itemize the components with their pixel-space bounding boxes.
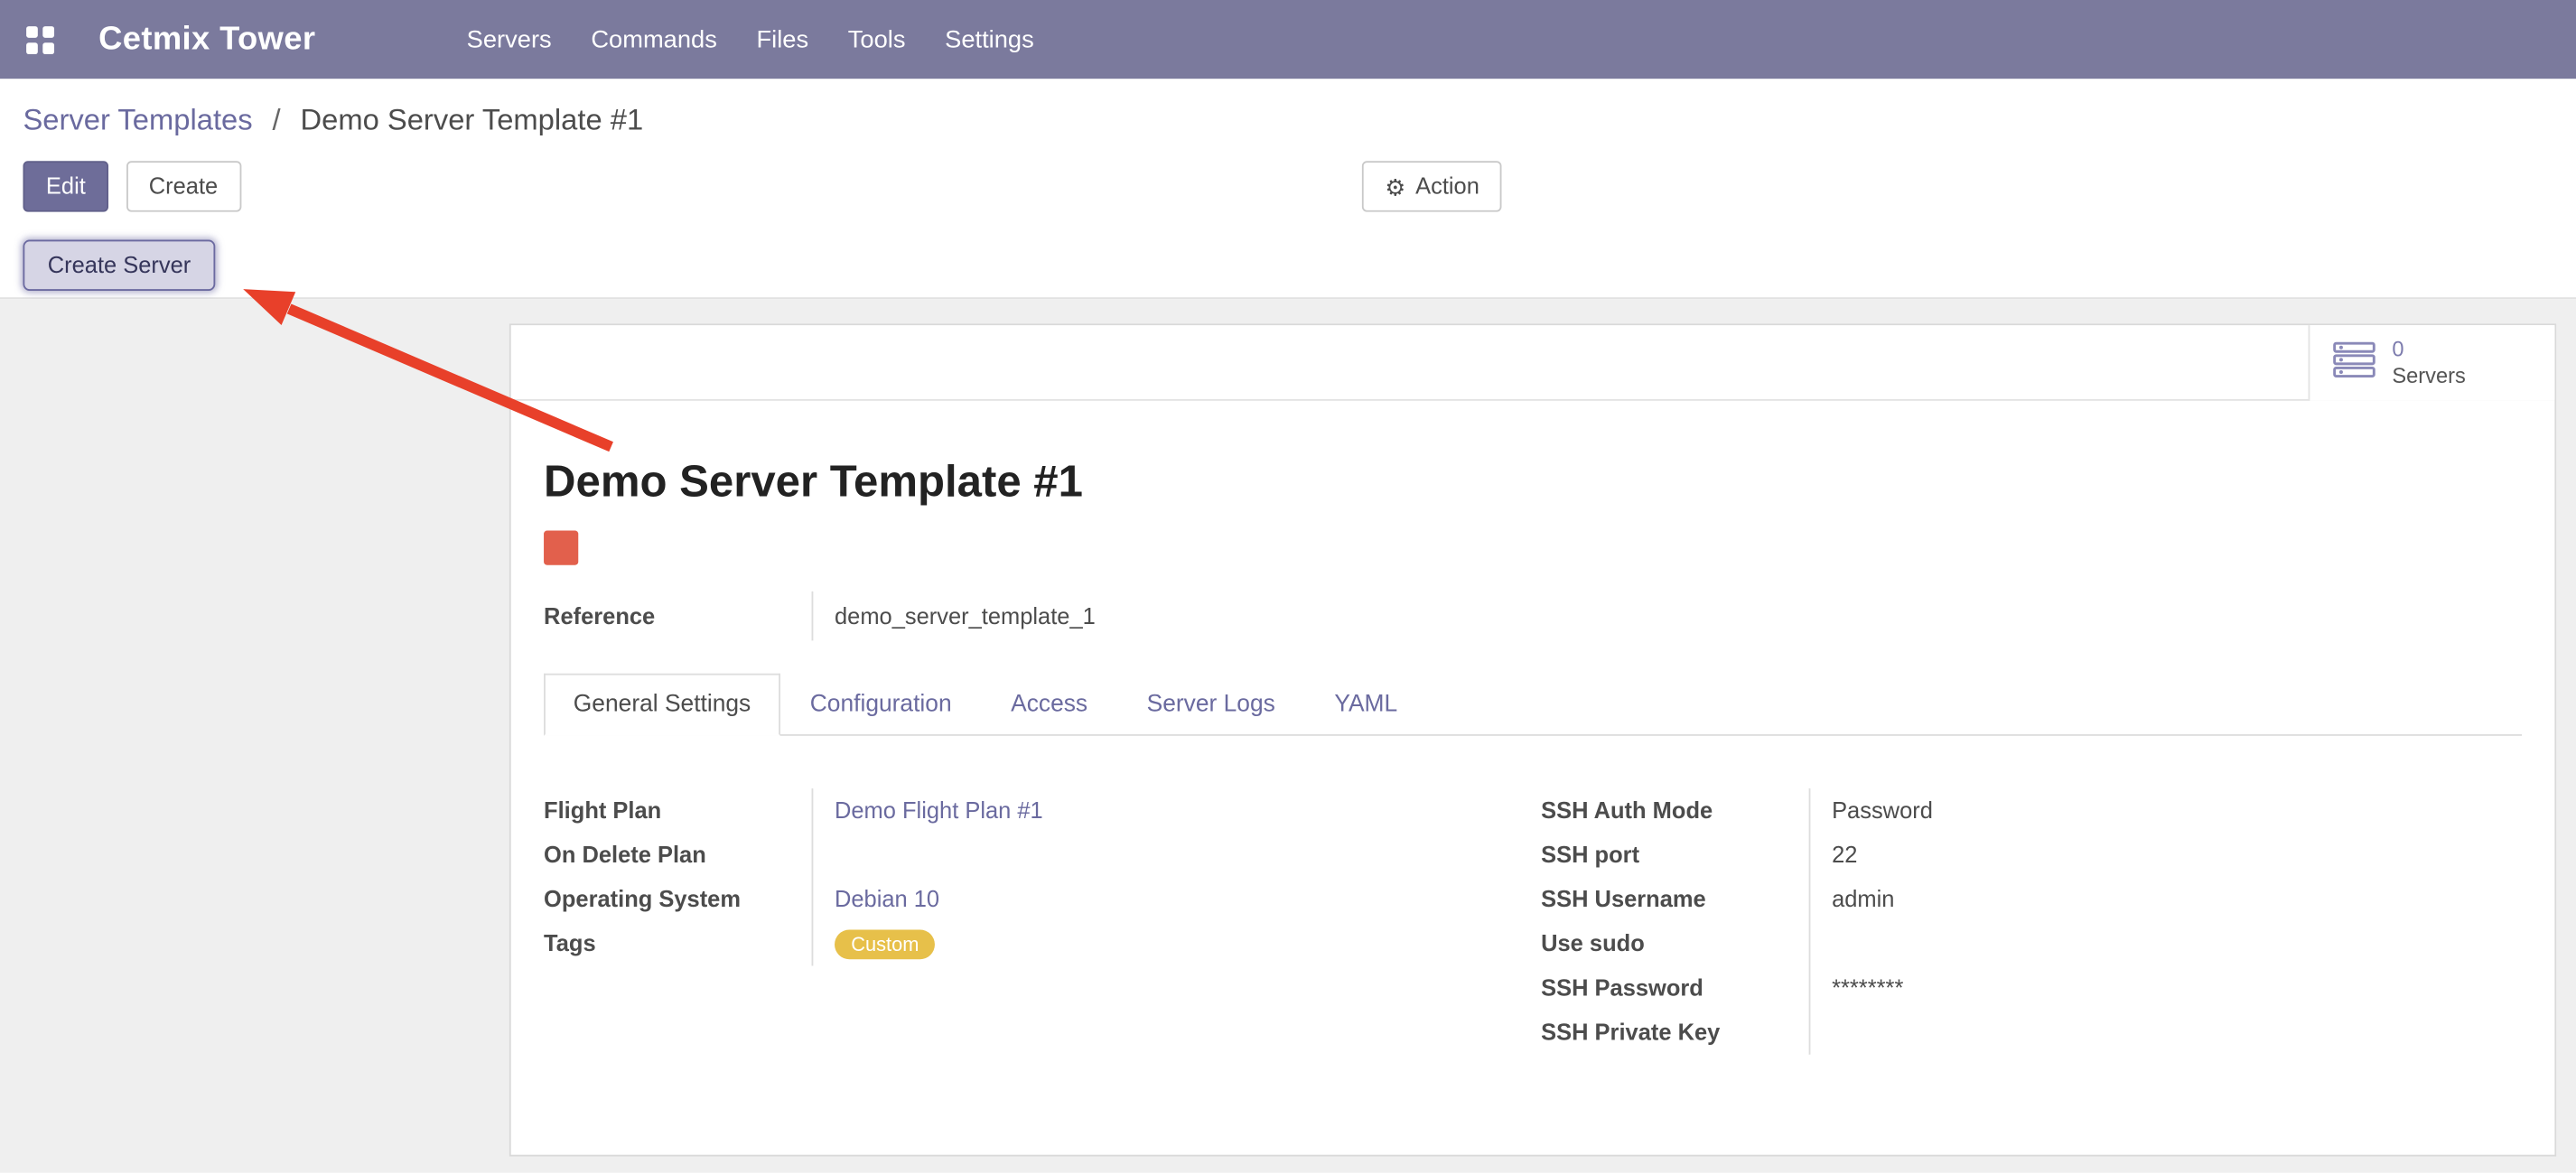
menu-commands[interactable]: Commands: [572, 14, 737, 64]
form-statusbar: Create Server: [0, 237, 2576, 299]
server-stack-icon: [2333, 340, 2375, 385]
field-value-ssh-username: admin: [1832, 885, 1894, 911]
field-groups: Flight Plan On Delete Plan Operating Sys…: [544, 788, 2522, 1055]
main-menu: Servers Commands Files Tools Settings: [447, 14, 1054, 64]
field-label-flight-plan: Flight Plan: [544, 788, 811, 833]
tab-access[interactable]: Access: [981, 674, 1117, 736]
field-value-operating-system[interactable]: Debian 10: [835, 885, 939, 911]
field-label-tags: Tags: [544, 921, 811, 965]
action-menu-button[interactable]: ⚙ Action: [1362, 161, 1502, 211]
field-group-left: Flight Plan On Delete Plan Operating Sys…: [544, 788, 1541, 1055]
menu-tools[interactable]: Tools: [828, 14, 925, 64]
tab-configuration[interactable]: Configuration: [780, 674, 981, 736]
record-title: Demo Server Template #1: [544, 455, 2522, 508]
edit-button[interactable]: Edit: [23, 161, 108, 211]
tab-server-logs[interactable]: Server Logs: [1117, 674, 1305, 736]
breadcrumb-current: Demo Server Template #1: [300, 104, 643, 136]
field-label-ssh-port: SSH port: [1541, 833, 1808, 877]
breadcrumb-parent-link[interactable]: Server Templates: [23, 104, 252, 136]
reference-field: Reference demo_server_template_1: [544, 592, 2522, 641]
notebook-tabs: General Settings Configuration Access Se…: [544, 674, 2522, 736]
breadcrumb-separator: /: [272, 104, 280, 136]
field-value-ssh-port: 22: [1832, 841, 1857, 867]
reference-value: demo_server_template_1: [812, 592, 1096, 641]
right-values: Password 22 admin ********: [1809, 788, 1933, 1055]
action-menu-label: Action: [1415, 171, 1479, 202]
stat-button-row: 0 Servers: [511, 325, 2555, 401]
left-labels: Flight Plan On Delete Plan Operating Sys…: [544, 788, 811, 965]
field-value-ssh-auth-mode: Password: [1832, 797, 1933, 823]
app-window: Cetmix Tower Servers Commands Files Tool…: [0, 0, 2576, 1174]
field-label-ssh-username: SSH Username: [1541, 877, 1808, 921]
reference-label: Reference: [544, 592, 811, 641]
menu-files[interactable]: Files: [737, 14, 828, 64]
create-server-button[interactable]: Create Server: [23, 240, 215, 291]
field-value-flight-plan[interactable]: Demo Flight Plan #1: [835, 797, 1043, 823]
form-card: 0 Servers Demo Server Template #1 Refere…: [509, 323, 2556, 1156]
stat-label: Servers: [2392, 363, 2465, 389]
tab-yaml[interactable]: YAML: [1305, 674, 1427, 736]
field-label-use-sudo: Use sudo: [1541, 921, 1808, 965]
field-label-ssh-auth-mode: SSH Auth Mode: [1541, 788, 1808, 833]
breadcrumb: Server Templates / Demo Server Template …: [23, 102, 2553, 138]
field-label-on-delete-plan: On Delete Plan: [544, 833, 811, 877]
tag-custom[interactable]: Custom: [835, 930, 936, 960]
tab-general-settings[interactable]: General Settings: [544, 674, 780, 736]
create-button[interactable]: Create: [126, 161, 240, 211]
control-panel: Server Templates / Demo Server Template …: [0, 79, 2576, 237]
servers-stat-button[interactable]: 0 Servers: [2309, 325, 2555, 401]
top-navbar: Cetmix Tower Servers Commands Files Tool…: [0, 0, 2576, 79]
color-swatch[interactable]: [544, 531, 578, 565]
app-brand[interactable]: Cetmix Tower: [98, 21, 315, 59]
stat-value: 0: [2392, 337, 2465, 363]
field-label-ssh-password: SSH Password: [1541, 966, 1808, 1011]
field-label-operating-system: Operating System: [544, 877, 811, 921]
control-buttons: Edit Create ⚙ Action: [23, 161, 2553, 211]
field-value-ssh-password: ********: [1832, 974, 1903, 1001]
field-group-right: SSH Auth Mode SSH port SSH Username Use …: [1541, 788, 1933, 1055]
gear-icon: ⚙: [1385, 175, 1405, 198]
content-area: 0 Servers Demo Server Template #1 Refere…: [0, 299, 2576, 1173]
left-values: Demo Flight Plan #1 Debian 10 Custom: [812, 788, 1542, 965]
form-sheet: Demo Server Template #1 Reference demo_s…: [511, 455, 2555, 1055]
field-label-ssh-private-key: SSH Private Key: [1541, 1011, 1808, 1055]
apps-grid-icon[interactable]: [26, 25, 54, 53]
menu-settings[interactable]: Settings: [925, 14, 1053, 64]
menu-servers[interactable]: Servers: [447, 14, 572, 64]
right-labels: SSH Auth Mode SSH port SSH Username Use …: [1541, 788, 1808, 1055]
stat-text: 0 Servers: [2392, 337, 2465, 389]
